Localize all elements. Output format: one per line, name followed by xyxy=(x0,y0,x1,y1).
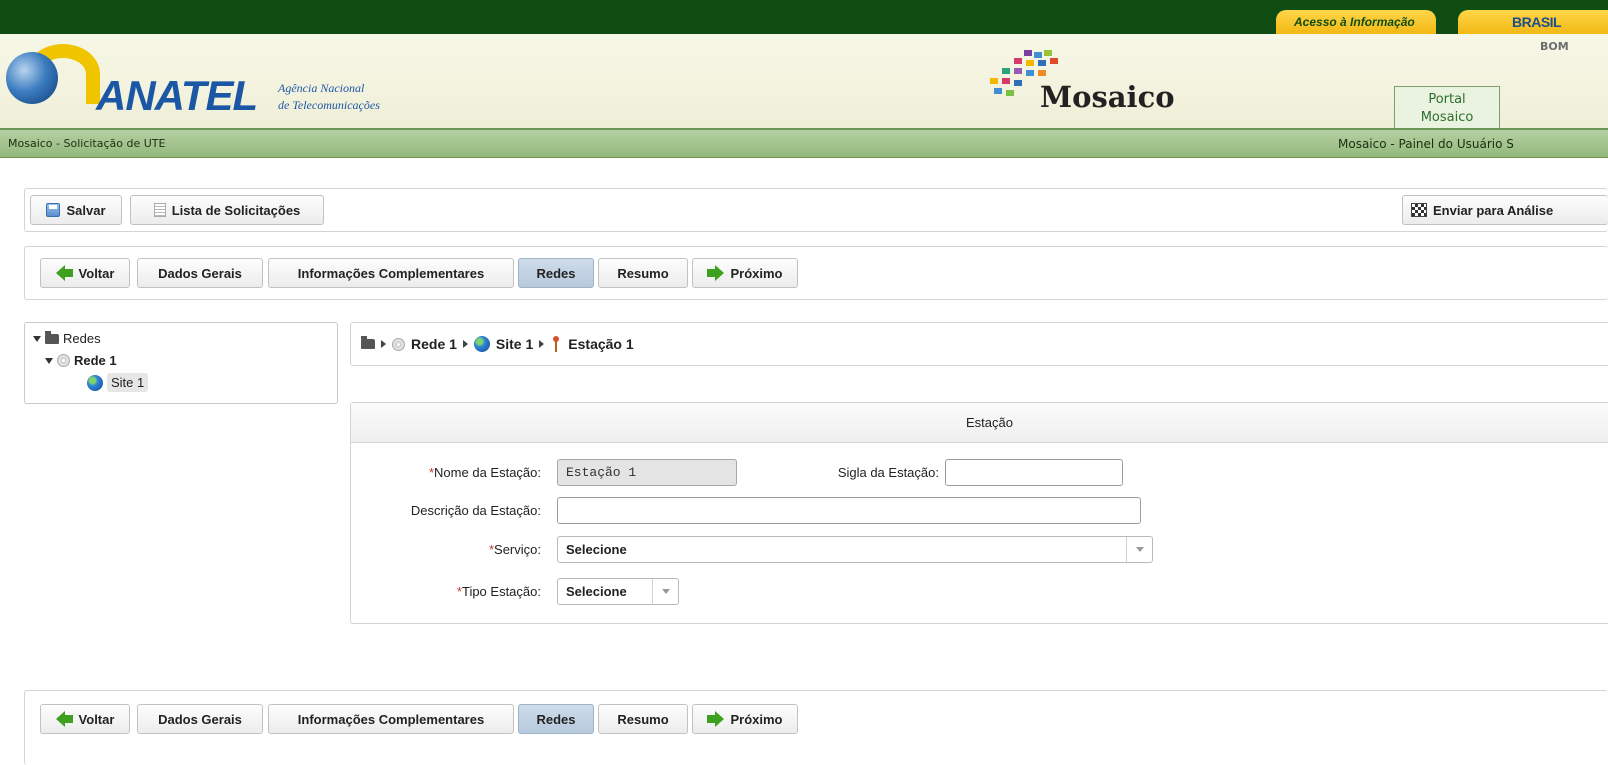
arrow-left-icon xyxy=(55,711,73,727)
save-icon xyxy=(46,203,61,217)
chevron-down-icon xyxy=(1135,547,1144,552)
send-for-analysis-label: Enviar para Análise xyxy=(1433,202,1554,218)
save-label: Salvar xyxy=(66,202,106,218)
breadcrumb: Rede 1 Site 1 Estação 1 xyxy=(350,322,1608,366)
brasil-link[interactable]: BRASIL xyxy=(1458,10,1608,34)
folder-icon[interactable] xyxy=(361,336,375,349)
back-label: Voltar xyxy=(78,711,115,727)
acesso-informacao-link[interactable]: Acesso à Informação xyxy=(1276,10,1436,34)
save-button[interactable]: Salvar xyxy=(30,195,122,225)
crumb-station[interactable]: Estação 1 xyxy=(568,336,633,352)
station-form: Estação *Nome da Estação: Estação 1 Sigl… xyxy=(350,402,1608,624)
station-type-label: *Tipo Estação: xyxy=(456,584,541,599)
step-networks[interactable]: Redes xyxy=(518,258,594,288)
arrow-right-icon xyxy=(707,711,725,727)
back-button[interactable]: Voltar xyxy=(40,258,130,288)
crumb-network[interactable]: Rede 1 xyxy=(411,336,457,352)
general-data-label: Dados Gerais xyxy=(158,265,242,281)
summary-label: Resumo xyxy=(617,265,669,281)
complementary-info-label: Informações Complementares xyxy=(297,711,485,727)
arrow-right-icon xyxy=(707,265,725,281)
station-description-field[interactable] xyxy=(557,497,1141,524)
networks-label: Redes xyxy=(536,265,576,281)
station-form-title: Estação xyxy=(351,403,1608,443)
next-label: Próximo xyxy=(730,265,783,281)
tree-node-rede[interactable]: Rede 1 xyxy=(45,353,117,368)
tree-root-label: Redes xyxy=(63,331,101,346)
next-button-bottom[interactable]: Próximo xyxy=(692,704,798,734)
request-list-label: Lista de Solicitações xyxy=(171,202,301,218)
tree-root-redes[interactable]: Redes xyxy=(33,330,101,346)
user-panel-link[interactable]: Mosaico - Painel do Usuário S xyxy=(1338,137,1514,151)
page-context-label: Mosaico - Solicitação de UTE xyxy=(8,137,166,150)
step-summary[interactable]: Resumo xyxy=(598,258,688,288)
station-name-field[interactable]: Estação 1 xyxy=(557,459,737,486)
back-button-bottom[interactable]: Voltar xyxy=(40,704,130,734)
send-for-analysis-button[interactable]: Enviar para Análise xyxy=(1402,195,1608,225)
service-selected-value: Selecione xyxy=(566,542,627,557)
logo-sub-line-2: de Telecomunicações xyxy=(278,98,380,112)
list-icon xyxy=(153,203,166,217)
crumb-separator-icon xyxy=(462,340,468,348)
step-summary-bottom[interactable]: Resumo xyxy=(598,704,688,734)
network-icon xyxy=(57,354,70,367)
antenna-tower-icon xyxy=(550,336,562,352)
next-label: Próximo xyxy=(730,711,783,727)
next-button[interactable]: Próximo xyxy=(692,258,798,288)
bom-label: BOM xyxy=(1540,40,1569,53)
globe-icon xyxy=(473,336,490,352)
flag-icon xyxy=(1411,203,1427,217)
portal-mosaico-tab[interactable]: Portal Mosaico xyxy=(1394,86,1500,130)
tree-node-site[interactable]: Site 1 xyxy=(87,373,149,392)
logo-sub-line-1: Agência Nacional xyxy=(278,81,365,95)
dropdown-arrow[interactable] xyxy=(1126,537,1152,562)
station-description-label: Descrição da Estação: xyxy=(410,503,541,518)
step-networks-bottom[interactable]: Redes xyxy=(518,704,594,734)
crumb-separator-icon xyxy=(381,340,386,348)
step-general-data-bottom[interactable]: Dados Gerais xyxy=(137,704,263,734)
portal-tab-line-1: Portal xyxy=(1428,92,1466,107)
step-complementary-info-bottom[interactable]: Informações Complementares xyxy=(268,704,514,734)
nav-strip: Mosaico - Solicitação de UTE Mosaico - P… xyxy=(0,128,1608,158)
station-acronym-field[interactable] xyxy=(945,459,1123,486)
complementary-info-label: Informações Complementares xyxy=(297,265,485,281)
network-icon xyxy=(392,337,405,351)
crumb-separator-icon xyxy=(539,340,545,348)
network-tree: Redes Rede 1 Site 1 xyxy=(24,322,338,404)
step-general-data[interactable]: Dados Gerais xyxy=(137,258,263,288)
crumb-site[interactable]: Site 1 xyxy=(496,336,533,352)
portal-tab-line-2: Mosaico xyxy=(1420,110,1474,125)
tree-network-label: Rede 1 xyxy=(74,353,117,368)
tree-site-label: Site 1 xyxy=(107,373,149,392)
expand-icon[interactable] xyxy=(45,357,53,364)
globe-icon xyxy=(87,374,103,391)
step-complementary-info[interactable]: Informações Complementares xyxy=(268,258,514,288)
station-type-select[interactable]: Selecione xyxy=(557,578,679,605)
networks-label: Redes xyxy=(536,711,576,727)
dropdown-arrow[interactable] xyxy=(652,579,678,604)
station-acronym-label: Sigla da Estação: xyxy=(837,465,939,480)
folder-icon xyxy=(45,330,59,344)
station-type-selected-value: Selecione xyxy=(566,584,627,599)
anatel-logo-text: ANATEL xyxy=(96,72,258,119)
request-list-button[interactable]: Lista de Solicitações xyxy=(130,195,324,225)
chevron-down-icon xyxy=(661,589,670,594)
service-select[interactable]: Selecione xyxy=(557,536,1153,563)
service-label: *Serviço: xyxy=(488,542,541,557)
station-name-label: *Nome da Estação: xyxy=(428,465,541,480)
summary-label: Resumo xyxy=(617,711,669,727)
anatel-logo-subtitle: Agência Nacional de Telecomunicações xyxy=(278,80,380,114)
expand-icon[interactable] xyxy=(33,335,41,342)
general-data-label: Dados Gerais xyxy=(158,711,242,727)
arrow-left-icon xyxy=(55,265,73,281)
back-label: Voltar xyxy=(78,265,115,281)
app-title: Mosaico xyxy=(1040,80,1175,114)
anatel-logo-globe-icon xyxy=(6,52,58,104)
